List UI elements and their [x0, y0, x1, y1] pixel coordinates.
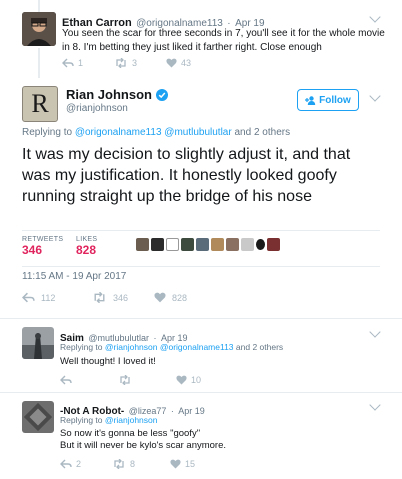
replying-suffix[interactable]: and 2 others: [236, 342, 283, 352]
likes-label: LIKES: [76, 236, 98, 243]
retweet-icon: [116, 58, 126, 68]
retweet-count: 346: [113, 292, 129, 303]
retweet-button[interactable]: 346: [92, 292, 154, 303]
heart-icon: [176, 375, 187, 385]
like-button[interactable]: 43: [166, 58, 218, 68]
liker-avatar[interactable]: [136, 238, 149, 251]
tweet-text-line-2: But it will never be kylo's scar anymore…: [60, 440, 227, 451]
retweet-button[interactable]: 8: [112, 459, 170, 469]
heart-icon: [154, 292, 166, 303]
reply-count: 112: [41, 292, 56, 303]
liker-avatar[interactable]: [166, 238, 179, 251]
separator: ·: [170, 406, 174, 416]
tweet-ethan[interactable]: Ethan Carron @origonalname113 · Apr 19 Y…: [0, 0, 402, 80]
reply-button[interactable]: 1: [62, 58, 114, 68]
avatar[interactable]: [22, 327, 54, 359]
reply-button[interactable]: 112: [22, 292, 92, 303]
heart-icon: [166, 58, 177, 68]
reply-count: 2: [76, 459, 82, 469]
liker-avatar[interactable]: [181, 238, 194, 251]
chevron-down-icon[interactable]: [369, 11, 381, 23]
chevron-down-icon[interactable]: [369, 90, 381, 102]
replying-to: Replying to @rianjohnson @origonalname11…: [60, 342, 283, 352]
reply-icon: [22, 292, 35, 303]
tweet-actions: 10: [60, 375, 228, 385]
retweet-count: 3: [132, 58, 138, 68]
reply-button[interactable]: 2: [60, 459, 112, 469]
heart-icon: [170, 459, 181, 469]
liker-avatar[interactable]: [256, 239, 265, 250]
like-count: 43: [181, 58, 192, 68]
mention-link[interactable]: @rianjohnson @origonalname113: [105, 342, 234, 352]
avatar[interactable]: [22, 401, 54, 433]
liker-avatar[interactable]: [226, 238, 239, 251]
replying-prefix: Replying to: [22, 127, 73, 138]
tweet-actions: 2 8 15: [60, 459, 222, 469]
retweet-button[interactable]: [118, 375, 176, 385]
mention-link[interactable]: @mutlubulutlar: [164, 127, 231, 138]
avatar-image: [22, 327, 54, 359]
avatar[interactable]: R: [22, 86, 58, 122]
retweet-icon: [94, 292, 105, 303]
like-button[interactable]: 828: [154, 292, 214, 303]
tweet-text: You seen the scar for three seconds in 7…: [62, 28, 385, 53]
tweet-actions: 1 3 43: [62, 58, 218, 68]
chevron-down-icon[interactable]: [369, 326, 381, 338]
mention-link[interactable]: @origonalname113: [75, 127, 162, 138]
replying-suffix[interactable]: and 2 others: [234, 127, 290, 138]
avatar-image: [22, 12, 56, 46]
replying-to: Replying to @rianjohnson: [60, 415, 157, 425]
reply-saim[interactable]: Saim @mutlubulutlar · Apr 19 Replying to…: [0, 319, 402, 391]
retweet-button[interactable]: 3: [114, 58, 166, 68]
liker-avatar[interactable]: [151, 238, 164, 251]
likes-stat[interactable]: LIKES 828: [76, 236, 97, 257]
replying-prefix: Replying to: [60, 342, 103, 352]
reply-not-a-robot[interactable]: -Not A Robot- @lizea77 · Apr 19 Replying…: [0, 393, 402, 479]
like-button[interactable]: 10: [176, 375, 228, 385]
verified-badge-icon: [155, 88, 168, 101]
liker-avatar[interactable]: [211, 238, 224, 251]
liker-avatar[interactable]: [196, 238, 209, 251]
like-count: 828: [172, 292, 188, 303]
author-name[interactable]: Rian Johnson: [66, 87, 152, 102]
tweet-main: R Rian Johnson @rianjohnson Replying to …: [0, 80, 402, 315]
chevron-down-icon[interactable]: [369, 399, 381, 411]
reply-button[interactable]: [60, 375, 118, 385]
retweets-value: 346: [22, 243, 43, 257]
author-handle[interactable]: @rianjohnson: [66, 103, 128, 114]
avatar-image: [22, 401, 54, 433]
like-count: 10: [191, 375, 202, 385]
retweet-count: 8: [130, 459, 136, 469]
replying-prefix: Replying to: [60, 415, 103, 425]
tweet-actions: 112 346 828: [22, 292, 214, 303]
retweets-label: RETWEETS: [22, 236, 64, 243]
retweets-stat[interactable]: RETWEETS 346: [22, 236, 63, 257]
likes-value: 828: [76, 243, 97, 257]
liker-avatar[interactable]: [241, 238, 254, 251]
reply-icon: [60, 459, 72, 469]
avatar-letter: R: [31, 89, 49, 118]
tweet-text: Well thought! I loved it!: [60, 356, 156, 367]
tweet-timestamp[interactable]: 11:15 AM - 19 Apr 2017: [22, 271, 126, 282]
retweet-icon: [114, 459, 124, 469]
divider: [22, 266, 380, 267]
avatar[interactable]: [22, 12, 56, 46]
like-button[interactable]: 15: [170, 459, 222, 469]
tweet-text: It was my decision to slightly adjust it…: [22, 146, 351, 205]
liker-avatar[interactable]: [267, 238, 280, 251]
reply-icon: [60, 375, 72, 385]
divider: [22, 230, 380, 231]
reply-count: 1: [78, 58, 84, 68]
retweet-icon: [120, 375, 130, 385]
follow-label: Follow: [319, 94, 351, 106]
reply-icon: [62, 58, 74, 68]
follow-button[interactable]: Follow: [297, 89, 359, 111]
likers-avatars: [136, 238, 282, 251]
timestamp[interactable]: Apr 19: [178, 406, 205, 416]
add-user-icon: [305, 95, 316, 105]
mention-link[interactable]: @rianjohnson: [105, 415, 158, 425]
replying-to: Replying to @origonalname113 @mutlubulut…: [22, 127, 290, 138]
like-count: 15: [185, 459, 196, 469]
